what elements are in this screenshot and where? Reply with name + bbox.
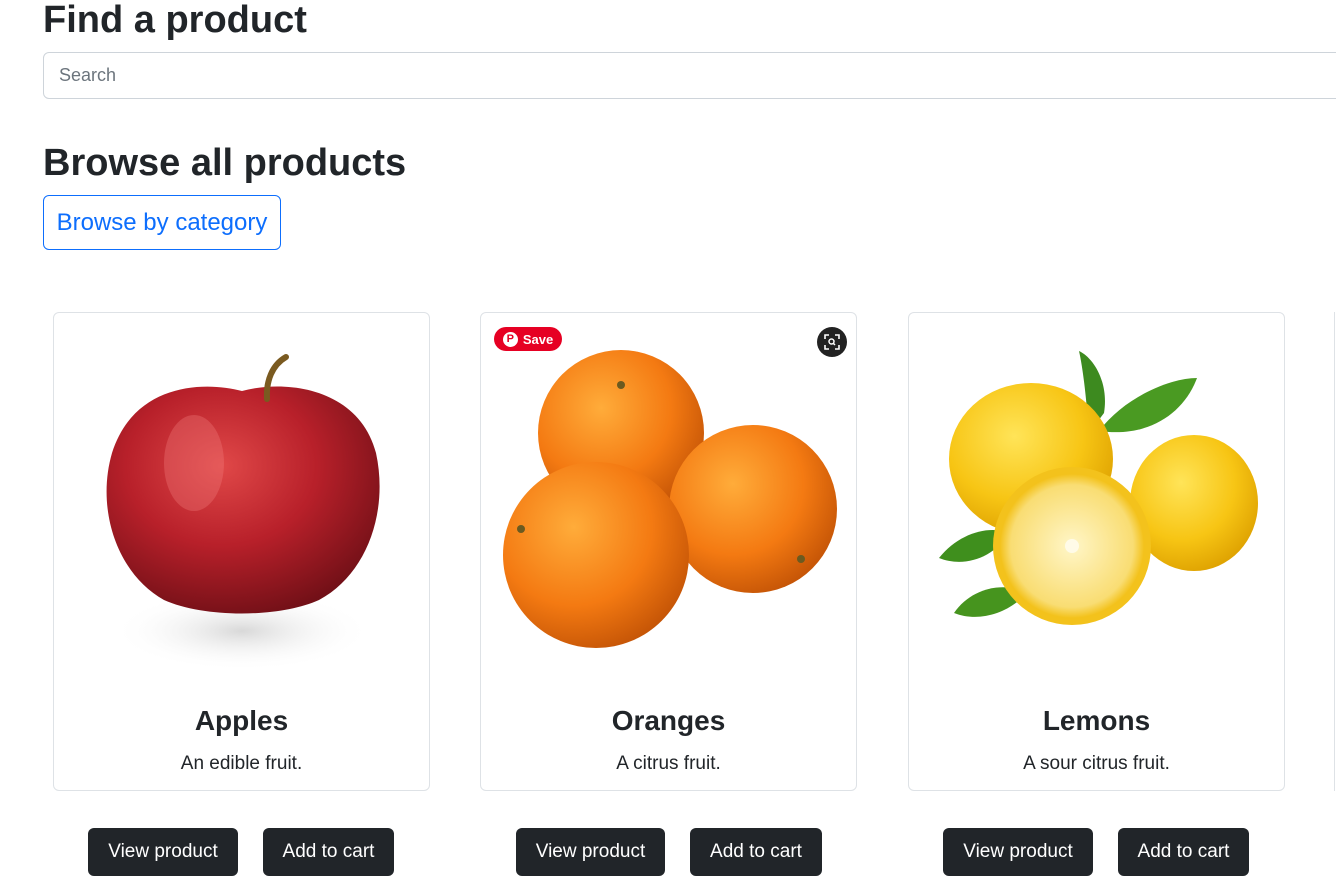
- add-to-cart-button-apples[interactable]: Add to cart: [263, 828, 394, 876]
- add-to-cart-button-oranges[interactable]: Add to cart: [690, 828, 822, 876]
- browse-by-category-button[interactable]: Browse by category: [43, 195, 281, 250]
- pinterest-save-label: Save: [522, 331, 554, 347]
- product-card-oranges: P Save Oranges A citrus fruit.: [480, 312, 857, 791]
- product-name: Oranges: [611, 705, 726, 736]
- apple-image: [106, 354, 380, 671]
- view-product-button-oranges[interactable]: View product: [516, 828, 665, 876]
- product-card-lemons: Lemons A sour citrus fruit.: [908, 312, 1285, 791]
- product-description: An edible fruit.: [180, 753, 303, 774]
- pinterest-icon: P: [502, 331, 518, 347]
- view-product-button-lemons[interactable]: View product: [943, 828, 1093, 876]
- oranges-image: [503, 350, 837, 648]
- product-description: A sour citrus fruit.: [1023, 753, 1170, 774]
- browse-products-heading: Browse all products: [43, 142, 407, 184]
- visual-search-icon[interactable]: [817, 327, 847, 357]
- product-description: A citrus fruit.: [616, 753, 721, 774]
- lemons-image: [939, 351, 1258, 625]
- product-card-apples: Apples An edible fruit.: [53, 312, 430, 791]
- pinterest-save-button[interactable]: P Save: [494, 327, 562, 351]
- view-product-button-apples[interactable]: View product: [88, 828, 238, 876]
- add-to-cart-button-lemons[interactable]: Add to cart: [1118, 828, 1249, 876]
- find-product-heading: Find a product: [43, 0, 307, 41]
- product-name: Lemons: [1042, 705, 1151, 736]
- search-input[interactable]: [43, 52, 1336, 99]
- product-name: Apples: [194, 705, 289, 736]
